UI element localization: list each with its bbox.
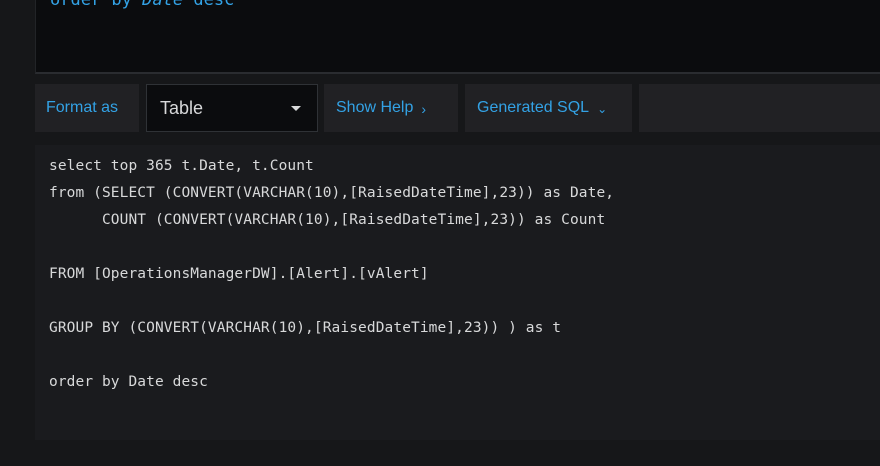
query-options-toolbar: Format as Table Show Help › Generated SQ… — [35, 84, 880, 132]
format-as-select[interactable]: Table — [146, 84, 318, 132]
sql-line: FROM [OperationsManagerDW].[Alert].[vAle… — [49, 266, 429, 282]
editor-visible-line: order by Date desc — [50, 0, 234, 10]
sql-line: GROUP BY (CONVERT(VARCHAR(10),[RaisedDat… — [49, 320, 562, 336]
editor-keyword: order by — [50, 0, 132, 10]
generated-sql-panel: select top 365 t.Date, t.Count from (SEL… — [35, 145, 880, 440]
format-as-select-value: Table — [160, 97, 204, 118]
editor-field: Date — [142, 0, 184, 10]
toolbar-filler — [639, 84, 880, 132]
editor-tail: desc — [193, 0, 235, 10]
show-help-button[interactable]: Show Help › — [324, 84, 458, 132]
format-as-label-cell: Format as — [35, 84, 139, 132]
generated-sql-button[interactable]: Generated SQL ⌄ — [465, 84, 632, 132]
generated-sql-label: Generated SQL — [477, 99, 590, 116]
sql-line: order by Date desc — [49, 374, 208, 390]
sql-line: COUNT (CONVERT(VARCHAR(10),[RaisedDateTi… — [49, 212, 606, 228]
format-as-label: Format as — [46, 99, 119, 116]
sql-line: select top 365 t.Date, t.Count — [49, 158, 314, 174]
sql-line: from (SELECT (CONVERT(VARCHAR(10),[Raise… — [49, 185, 615, 201]
show-help-label: Show Help — [336, 99, 414, 116]
chevron-right-icon: › — [421, 101, 427, 117]
caret-down-icon — [291, 106, 301, 111]
chevron-down-icon: ⌄ — [597, 102, 608, 116]
query-editor[interactable]: order by Date desc — [35, 0, 880, 74]
